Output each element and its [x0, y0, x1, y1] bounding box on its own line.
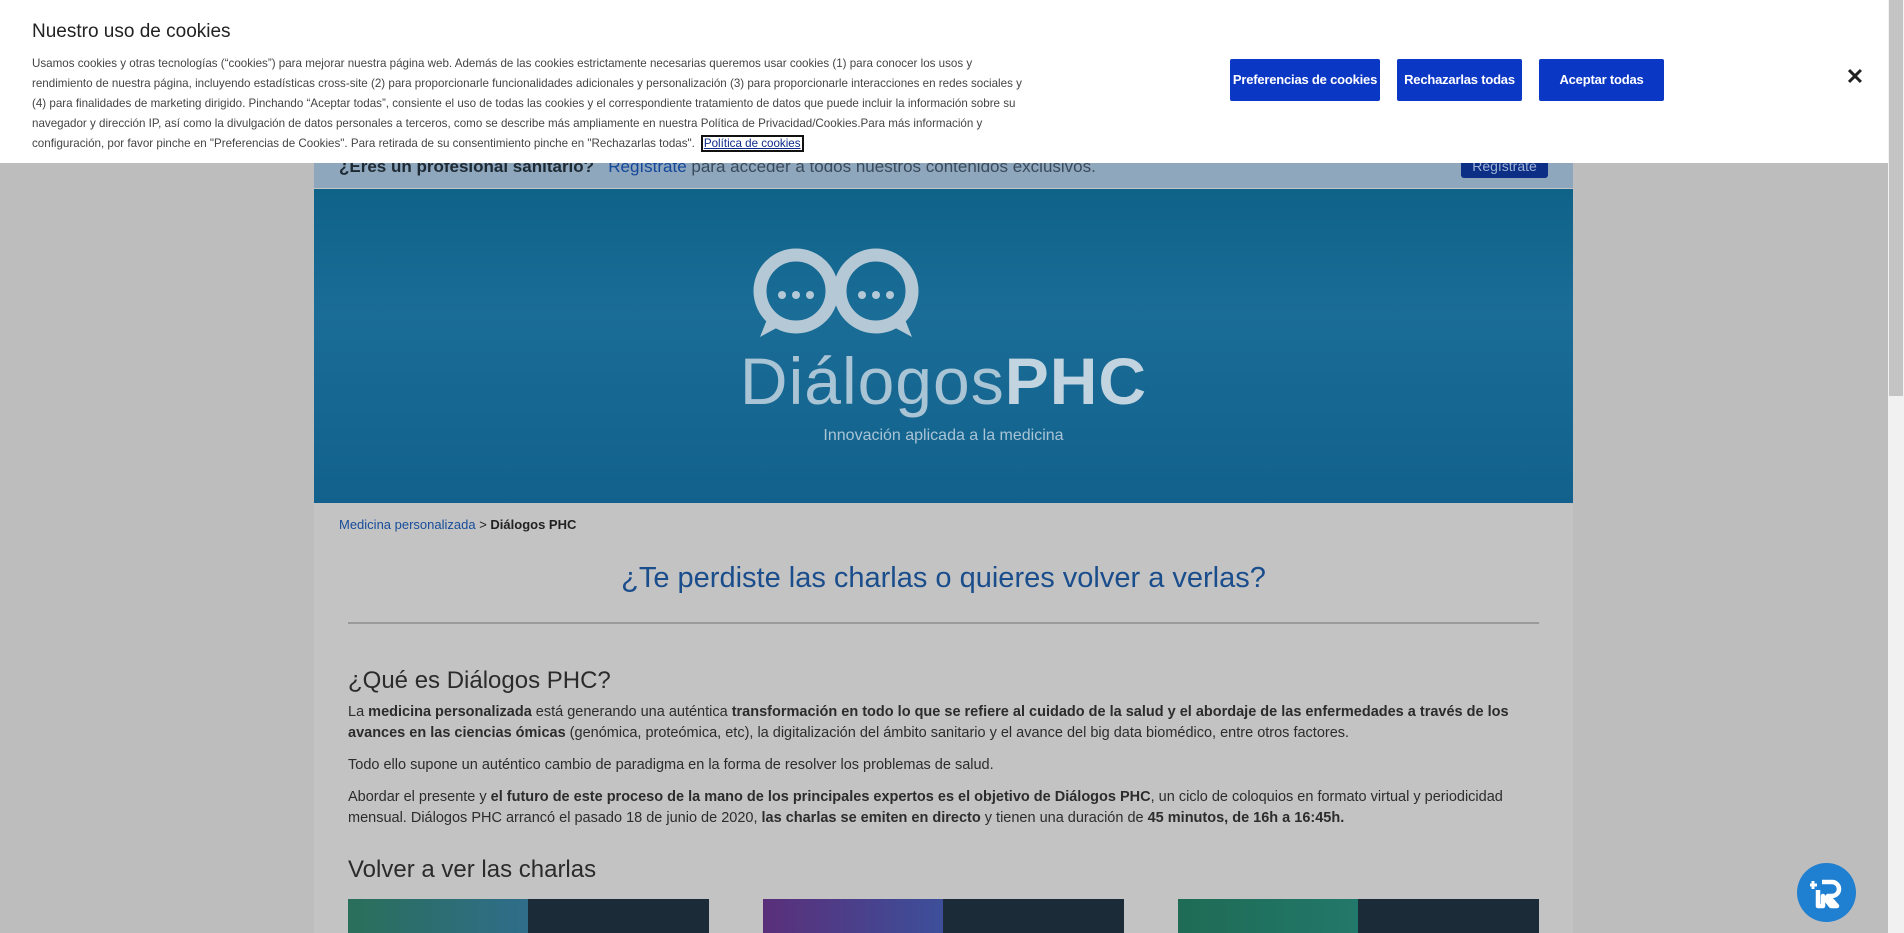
reject-all-button[interactable]: Rechazarlas todas	[1397, 59, 1522, 101]
close-icon[interactable]: ✕	[1845, 65, 1865, 89]
accessibility-fab[interactable]	[1797, 863, 1856, 922]
cookie-banner-text: Usamos cookies y otras tecnologías (“coo…	[32, 54, 1022, 154]
cookie-policy-link[interactable]: Política de cookies	[700, 135, 804, 152]
scrollbar-thumb[interactable]	[1889, 0, 1903, 396]
accept-all-button[interactable]: Aceptar todas	[1539, 59, 1664, 101]
cookie-preferences-button[interactable]: Preferencias de cookies	[1230, 59, 1380, 101]
readspeaker-icon	[1810, 879, 1842, 909]
cookie-banner-title: Nuestro uso de cookies	[32, 21, 231, 42]
cookie-banner-body: Usamos cookies y otras tecnologías (“coo…	[32, 57, 1022, 150]
cookie-banner: Nuestro uso de cookies Usamos cookies y …	[0, 0, 1888, 163]
